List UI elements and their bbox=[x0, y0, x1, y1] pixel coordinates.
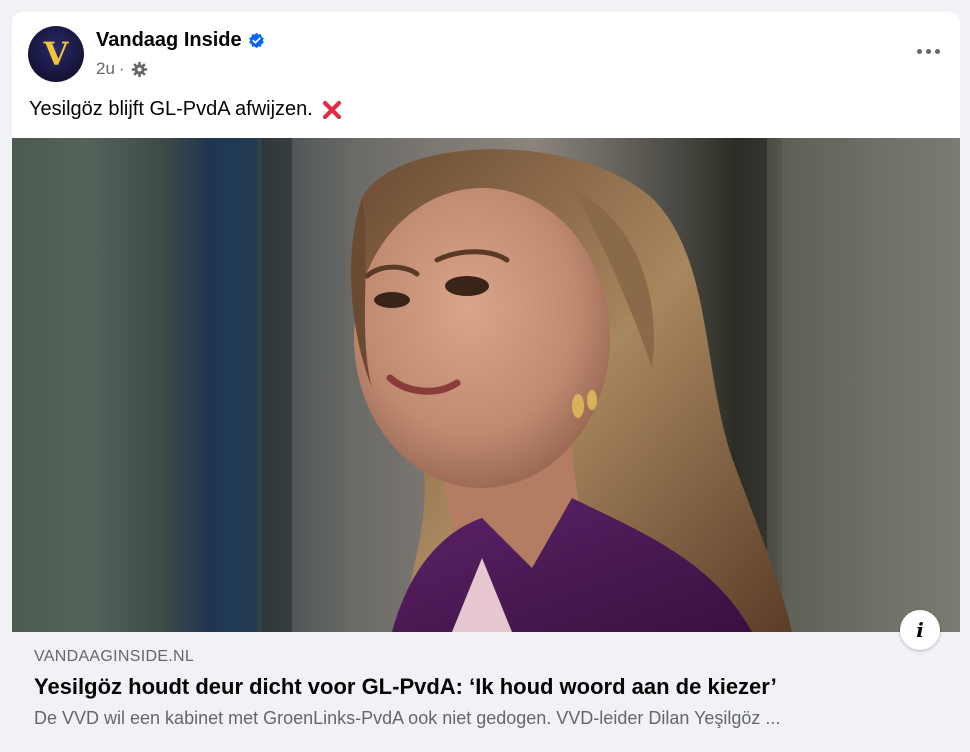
link-preview-image[interactable] bbox=[12, 138, 960, 632]
link-preview[interactable]: VANDAAGINSIDE.NL Yesilgöz houdt deur dic… bbox=[12, 632, 960, 752]
more-dot bbox=[916, 48, 922, 54]
cross-mark-icon bbox=[322, 100, 341, 119]
post-text: Yesilgöz blijft GL-PvdA afwijzen. bbox=[29, 98, 313, 120]
post-message: Yesilgöz blijft GL-PvdA afwijzen. bbox=[29, 98, 343, 121]
more-dot bbox=[934, 48, 940, 54]
post-timestamp[interactable]: 2u bbox=[96, 59, 115, 79]
post-card: V Vandaag Inside 2u · Yesilgöz blijft GL… bbox=[12, 12, 960, 752]
verified-badge-icon bbox=[248, 32, 264, 49]
link-domain: VANDAAGINSIDE.NL bbox=[34, 648, 195, 665]
more-dot bbox=[925, 48, 931, 54]
page-avatar[interactable]: V bbox=[28, 26, 84, 82]
info-button[interactable]: i bbox=[900, 610, 940, 650]
meta-separator: · bbox=[118, 59, 125, 78]
page-name-link[interactable]: Vandaag Inside bbox=[96, 29, 242, 52]
link-title[interactable]: Yesilgöz houdt deur dicht voor GL-PvdA: … bbox=[34, 674, 777, 700]
avatar-logo-letter: V bbox=[43, 35, 69, 73]
gear-icon[interactable] bbox=[131, 61, 148, 78]
more-options-button[interactable] bbox=[910, 36, 946, 66]
page-name-row: Vandaag Inside bbox=[96, 29, 265, 52]
post-meta: 2u · bbox=[96, 59, 148, 79]
info-icon: i bbox=[916, 618, 924, 642]
portrait-photo bbox=[217, 138, 842, 632]
link-description: De VVD wil een kabinet met GroenLinks-Pv… bbox=[34, 708, 781, 728]
